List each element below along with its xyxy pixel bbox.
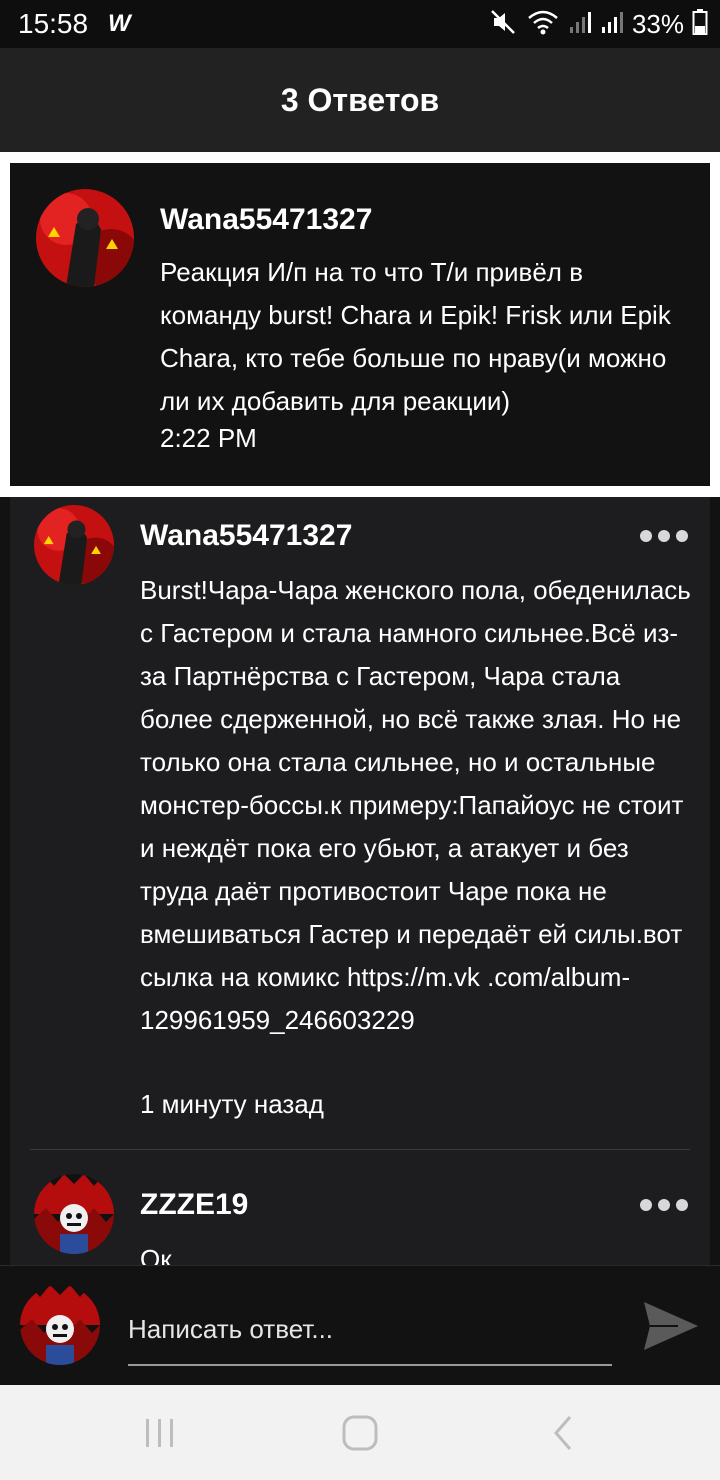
more-options-button[interactable]: [640, 1196, 688, 1214]
battery-level: 33%: [631, 8, 684, 39]
send-button[interactable]: [638, 1294, 702, 1358]
recent-apps-icon: [146, 1419, 173, 1447]
current-user-avatar: [20, 1285, 100, 1365]
back-button[interactable]: [540, 1409, 588, 1457]
status-time: 15:58: [18, 8, 89, 39]
reply-text: Ок: [140, 1244, 172, 1265]
parent-comment: Wana55471327 Реакция И/п на то что Т/и п…: [10, 163, 710, 486]
page-title: 3 Ответов: [280, 81, 440, 118]
dot-icon: [658, 530, 670, 542]
more-options-button[interactable]: [640, 527, 688, 545]
comment-timestamp: 2:22 PM: [160, 423, 257, 453]
avatar[interactable]: [36, 189, 134, 287]
recent-apps-button[interactable]: [136, 1409, 184, 1457]
reply-composer: [0, 1265, 720, 1385]
comment-username[interactable]: Wana55471327: [160, 203, 372, 237]
status-bar: 15:58 W 33%: [0, 0, 720, 48]
mute-icon: [488, 7, 518, 42]
back-icon: [554, 1416, 572, 1450]
status-icons: 33%: [488, 6, 708, 42]
signal-icon: [568, 7, 592, 42]
avatar[interactable]: [34, 505, 114, 585]
parent-comment-frame: Wana55471327 Реакция И/п на то что Т/и п…: [0, 152, 720, 497]
home-icon: [342, 1415, 378, 1451]
dot-icon: [676, 1199, 688, 1211]
reply-input[interactable]: [128, 1294, 612, 1366]
battery-icon: [692, 7, 708, 42]
dot-icon: [640, 1199, 652, 1211]
reply-username[interactable]: ZZZE19: [140, 1188, 248, 1222]
home-button[interactable]: [336, 1409, 384, 1457]
replies-list[interactable]: Wana55471327 Burst!Чара-Чара женского по…: [10, 497, 710, 1265]
dot-icon: [658, 1199, 670, 1211]
system-nav-bar: [0, 1385, 720, 1480]
avatar[interactable]: [34, 1174, 114, 1254]
wattpad-notification-icon: W: [108, 10, 131, 37]
comment-text: Реакция И/п на то что Т/и привёл в коман…: [160, 257, 671, 416]
dot-icon: [640, 530, 652, 542]
divider: [30, 1149, 690, 1150]
page-header: 3 Ответов: [0, 48, 720, 152]
reply-text: Burst!Чара-Чара женского пола, обеденила…: [140, 575, 691, 1035]
reply-username[interactable]: Wana55471327: [140, 519, 352, 553]
dot-icon: [676, 530, 688, 542]
reply-timestamp: 1 минуту назад: [140, 1089, 324, 1119]
signal-icon: [600, 7, 624, 42]
send-icon: [644, 1302, 698, 1350]
wifi-icon: [526, 7, 560, 42]
